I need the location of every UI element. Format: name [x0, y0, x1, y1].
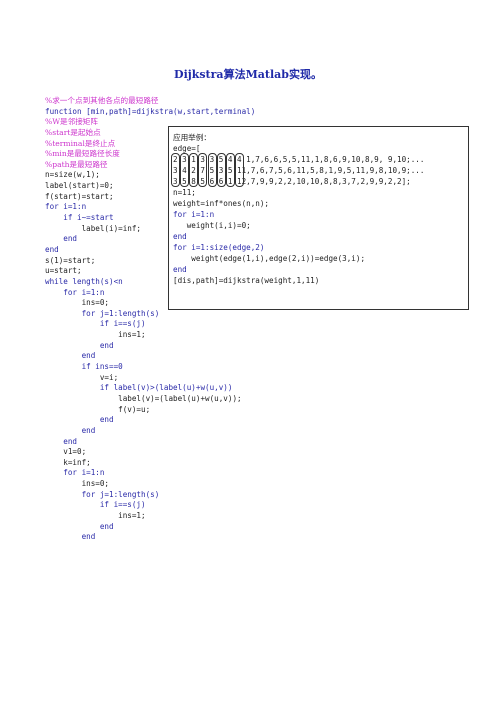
- code-line: end: [45, 351, 96, 361]
- code-line: k=inf;: [45, 457, 91, 467]
- code-line: ins=1;: [45, 510, 146, 520]
- code-line: ins=1;: [45, 330, 146, 340]
- code-line: for j=1:length(s): [45, 308, 160, 318]
- page-title: Dijkstra算法Matlab实现。: [174, 68, 322, 81]
- column-highlight: [171, 153, 180, 187]
- example-line: for i=1:size(edge,2): [173, 243, 265, 252]
- example-line: weight(edge(1,i),edge(2,i))=edge(3,i);: [173, 254, 366, 263]
- code-line: for i=1:n: [45, 468, 105, 478]
- code-line: if label(v)>(label(u)+w(u,v)): [45, 383, 233, 393]
- code-line: end: [45, 436, 78, 446]
- code-line: end: [45, 425, 96, 435]
- example-line: [dis,path]=dijkstra(weight,1,11): [173, 276, 320, 285]
- code-line: end: [45, 521, 114, 531]
- code-line: end: [45, 415, 114, 425]
- code-line: v1=0;: [45, 447, 87, 457]
- code-line: v=i;: [45, 372, 119, 382]
- column-highlight: [235, 153, 245, 187]
- code-line: ins=0;: [45, 479, 110, 489]
- example-line: weight(i,i)=0;: [173, 221, 251, 230]
- code-line: if i==s(j): [45, 500, 146, 510]
- column-highlight: [225, 153, 235, 187]
- code-line: %求一个点到其他各点的最短路径: [45, 96, 159, 105]
- column-highlight: [180, 153, 190, 187]
- example-line: end: [173, 265, 187, 274]
- column-highlight: [207, 153, 217, 187]
- example-line: 应用举例：: [173, 133, 211, 142]
- code-line: end: [45, 532, 96, 542]
- code-line: for j=1:length(s): [45, 489, 160, 499]
- example-line: n=11;: [173, 188, 196, 197]
- example-line: for i=1:n: [173, 210, 215, 219]
- column-highlight: [189, 153, 199, 187]
- code-line: function [min,path]=dijkstra(w,start,ter…: [45, 106, 256, 116]
- column-highlight: [216, 153, 226, 187]
- example-line: end: [173, 232, 187, 241]
- example-line: weight=inf*ones(n,n);: [173, 199, 270, 208]
- code-line: if ins==0: [45, 362, 123, 372]
- code-line: if i==s(j): [45, 319, 146, 329]
- column-highlight: [198, 153, 208, 187]
- code-line: f(v)=u;: [45, 404, 151, 414]
- example-box: 应用举例： edge=[2 3 1 3 3 5 4 4 1,7,6,6,5,5,1…: [168, 126, 469, 310]
- code-line: label(v)=(label(u)+w(u,v));: [45, 393, 242, 403]
- code-line: end: [45, 340, 114, 350]
